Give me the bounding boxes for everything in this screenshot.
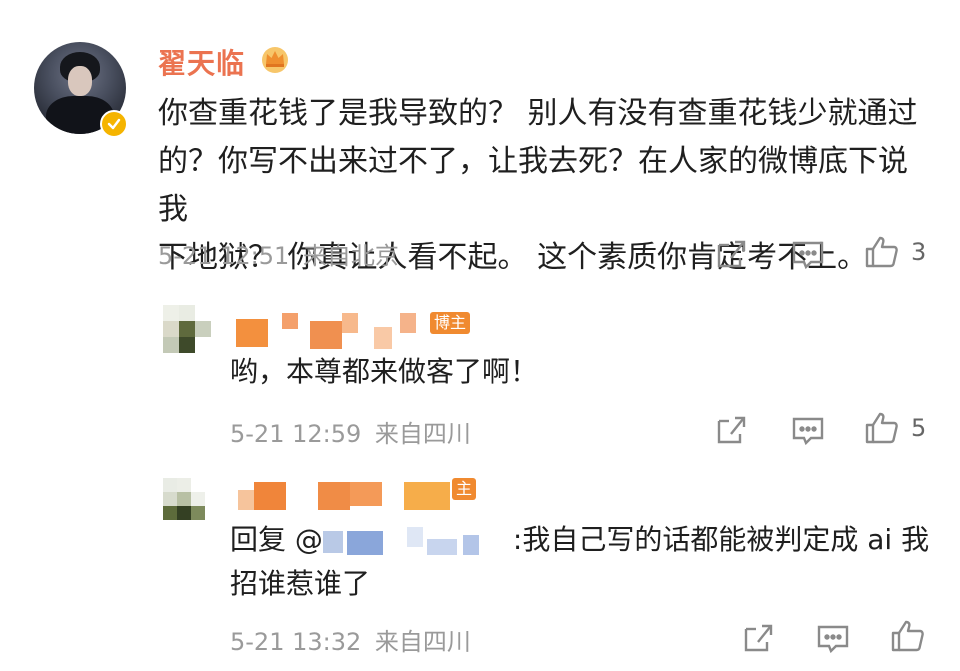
author-badge: 博主 <box>430 312 471 334</box>
timestamp: 5-21 13:32 <box>230 628 362 656</box>
comment-meta: 5-21 12:51 来自北京 <box>158 236 399 271</box>
avatar[interactable] <box>163 305 211 353</box>
comment-meta: 5-21 13:32 来自四川 <box>230 622 471 657</box>
thumbs-up-icon[interactable] <box>864 234 900 270</box>
comment-icon[interactable] <box>790 236 826 272</box>
location: 来自四川 <box>374 628 471 656</box>
reply-text: 哟，本尊都来做客了啊！ <box>230 355 539 388</box>
like-count: 5 <box>911 414 927 442</box>
like-count: 3 <box>911 238 927 266</box>
avatar[interactable] <box>163 478 223 522</box>
author-badge: 主 <box>452 478 477 500</box>
location: 来自北京 <box>302 242 399 270</box>
timestamp: 5-21 12:51 <box>158 242 290 270</box>
mention-blurred[interactable] <box>322 527 513 555</box>
share-icon[interactable] <box>740 620 776 656</box>
timestamp: 5-21 12:59 <box>230 420 362 448</box>
username[interactable]: 翟天临 <box>158 42 245 82</box>
share-icon[interactable] <box>713 236 749 272</box>
comment-line: 的？你写不出来过不了，让我去死？在人家的微博底下说我 <box>158 144 908 227</box>
share-icon[interactable] <box>713 412 749 448</box>
reply-line: 回复 @ :我自己写的话都能被判定成 ai 我 <box>230 518 929 562</box>
thumbs-up-icon[interactable] <box>890 618 926 654</box>
reply-prefix: 回复 @ <box>230 523 323 556</box>
comment-icon[interactable] <box>815 620 851 656</box>
comment-meta: 5-21 12:59 来自四川 <box>230 414 471 449</box>
crown-icon <box>258 44 292 74</box>
comment-icon[interactable] <box>790 412 826 448</box>
verified-icon <box>100 110 128 138</box>
thumbs-up-icon[interactable] <box>864 410 900 446</box>
username-blurred[interactable] <box>238 478 478 514</box>
location: 来自四川 <box>374 420 471 448</box>
reply-line: 招谁惹谁了 <box>230 567 371 600</box>
comment-line: 你查重花钱了是我导致的？ 别人有没有查重花钱少就通过 <box>158 96 918 131</box>
reply-text: :我自己写的话都能被判定成 ai 我 <box>512 523 930 556</box>
username-blurred[interactable] <box>236 313 436 349</box>
